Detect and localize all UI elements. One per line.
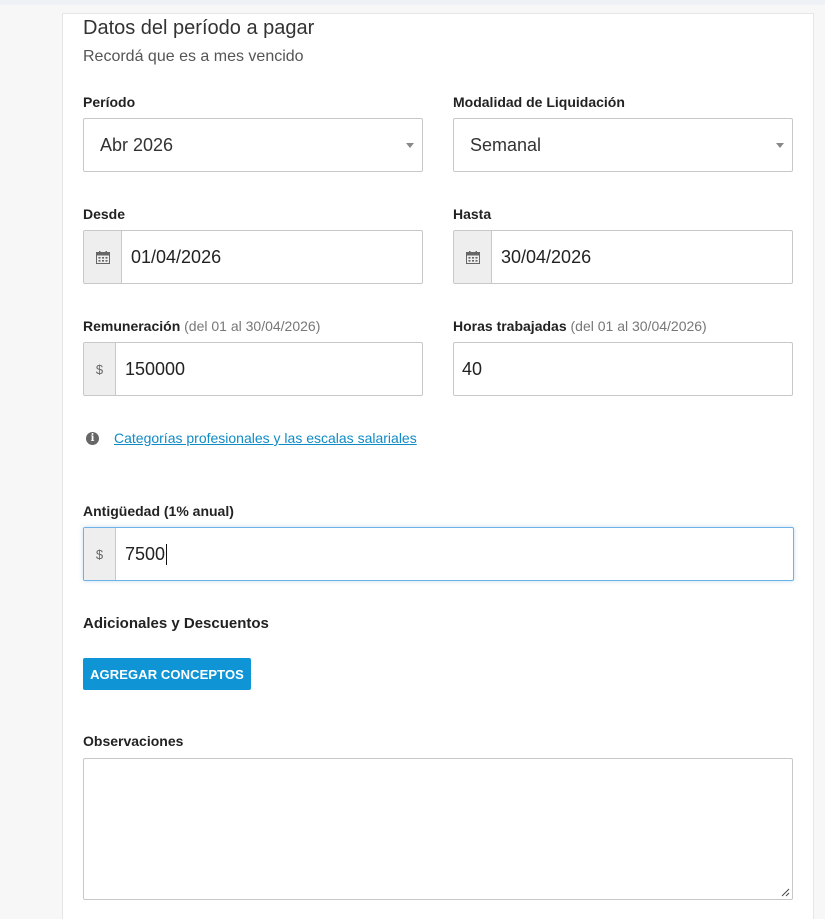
info-icon: i xyxy=(86,431,99,445)
desde-field[interactable]: 01/04/2026 xyxy=(83,230,423,284)
modalidad-select[interactable]: Semanal xyxy=(453,118,793,172)
chevron-down-icon xyxy=(776,143,784,148)
chevron-down-icon xyxy=(406,143,414,148)
remuneracion-label-text: Remuneración xyxy=(83,318,181,334)
remuneracion-value: 150000 xyxy=(125,358,186,379)
remuneracion-label: Remuneración (del 01 al 30/04/2026) xyxy=(83,318,320,334)
escalas-salariales-link[interactable]: Categorías profesionales y las escalas s… xyxy=(114,430,417,446)
hasta-field[interactable]: 30/04/2026 xyxy=(453,230,793,284)
antiguedad-value: 7500 xyxy=(125,543,166,564)
hasta-label: Hasta xyxy=(453,206,492,222)
agregar-conceptos-button[interactable]: AGREGAR CONCEPTOS xyxy=(83,658,251,690)
horas-hint: (del 01 al 30/04/2026) xyxy=(570,318,707,334)
currency-addon: $ xyxy=(84,528,116,580)
hasta-value: 30/04/2026 xyxy=(501,246,592,267)
desde-label: Desde xyxy=(83,206,126,222)
currency-addon: $ xyxy=(84,343,116,395)
horas-label-text: Horas trabajadas xyxy=(453,318,567,334)
calendar-icon[interactable] xyxy=(454,231,492,283)
calendar-icon[interactable] xyxy=(84,231,122,283)
remuneracion-hint: (del 01 al 30/04/2026) xyxy=(184,318,321,334)
remuneracion-field[interactable]: $ 150000 xyxy=(83,342,423,396)
form-card: Datos del período a pagar Recordá que es… xyxy=(62,13,814,919)
section-subtitle: Recordá que es a mes vencido xyxy=(83,48,304,65)
horas-value: 40 xyxy=(462,358,483,379)
observaciones-textarea[interactable] xyxy=(83,758,793,900)
horas-label: Horas trabajadas (del 01 al 30/04/2026) xyxy=(453,318,707,334)
desde-value: 01/04/2026 xyxy=(131,246,222,267)
observaciones-label: Observaciones xyxy=(83,733,184,749)
resize-handle-icon[interactable] xyxy=(780,887,790,897)
antiguedad-input[interactable]: 7500 xyxy=(116,528,793,580)
antiguedad-label: Antigüedad (1% anual) xyxy=(83,503,234,519)
top-bar xyxy=(0,0,825,5)
periodo-value: Abr 2026 xyxy=(100,134,174,155)
info-row: i Categorías profesionales y las escalas… xyxy=(86,430,417,446)
adicionales-label: Adicionales y Descuentos xyxy=(83,615,269,632)
modalidad-label: Modalidad de Liquidación xyxy=(453,94,625,110)
periodo-select[interactable]: Abr 2026 xyxy=(83,118,423,172)
antiguedad-field[interactable]: $ 7500 xyxy=(83,527,794,581)
modalidad-value: Semanal xyxy=(470,134,542,155)
text-cursor xyxy=(166,543,168,565)
section-title: Datos del período a pagar xyxy=(83,17,315,39)
horas-input[interactable]: 40 xyxy=(453,342,793,396)
periodo-label: Período xyxy=(83,94,136,110)
